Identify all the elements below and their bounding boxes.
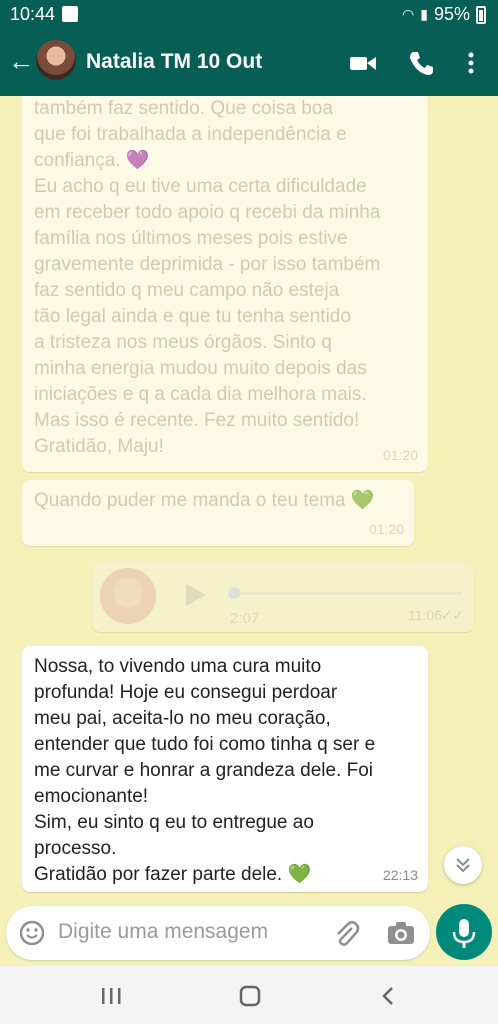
scroll-down-button[interactable] [444,846,482,884]
message-input-bar[interactable]: Digite uma mensagem [6,906,430,960]
recent-apps-icon[interactable] [100,986,124,1006]
voice-record-button[interactable] [436,904,492,960]
back-nav-icon[interactable] [378,985,400,1007]
message-text: Nossa, to vivendo uma cura muito profund… [34,656,376,885]
status-time: 10:44 [10,4,56,24]
emoji-icon[interactable] [18,919,46,947]
fade-overlay [0,96,498,644]
status-right: ◠ ▮ 95% [402,4,486,25]
camera-icon[interactable] [386,920,416,946]
message-bubble[interactable]: Nossa, to vivendo uma cura muito profund… [22,646,428,892]
more-options-icon[interactable] [458,48,488,78]
chat-header: ← Natalia TM 10 Out [0,30,498,96]
chat-area: também faz sentido. Que coisa boa que fo… [0,96,498,896]
video-call-icon[interactable] [348,48,378,78]
microphone-icon [452,919,476,948]
back-arrow-icon[interactable]: ← [8,46,34,77]
contact-avatar[interactable] [36,40,76,80]
contact-name[interactable]: Natalia TM 10 Out [86,50,262,74]
signal-icon: ▮ [420,6,428,22]
message-time: 22:13 [382,867,418,883]
notification-icon [62,6,78,22]
battery-icon [476,5,486,24]
chevron-down-icon [456,858,470,873]
wifi-icon: ◠ [402,6,415,22]
message-input-placeholder[interactable]: Digite uma mensagem [58,920,268,944]
battery-percent: 95% [433,4,470,24]
attach-icon[interactable] [332,918,360,948]
phone-call-icon[interactable] [406,48,436,78]
home-icon[interactable] [238,985,262,1007]
status-bar: 10:44 ◠ ▮ 95% [0,0,498,30]
system-navigation-bar [0,966,498,1024]
